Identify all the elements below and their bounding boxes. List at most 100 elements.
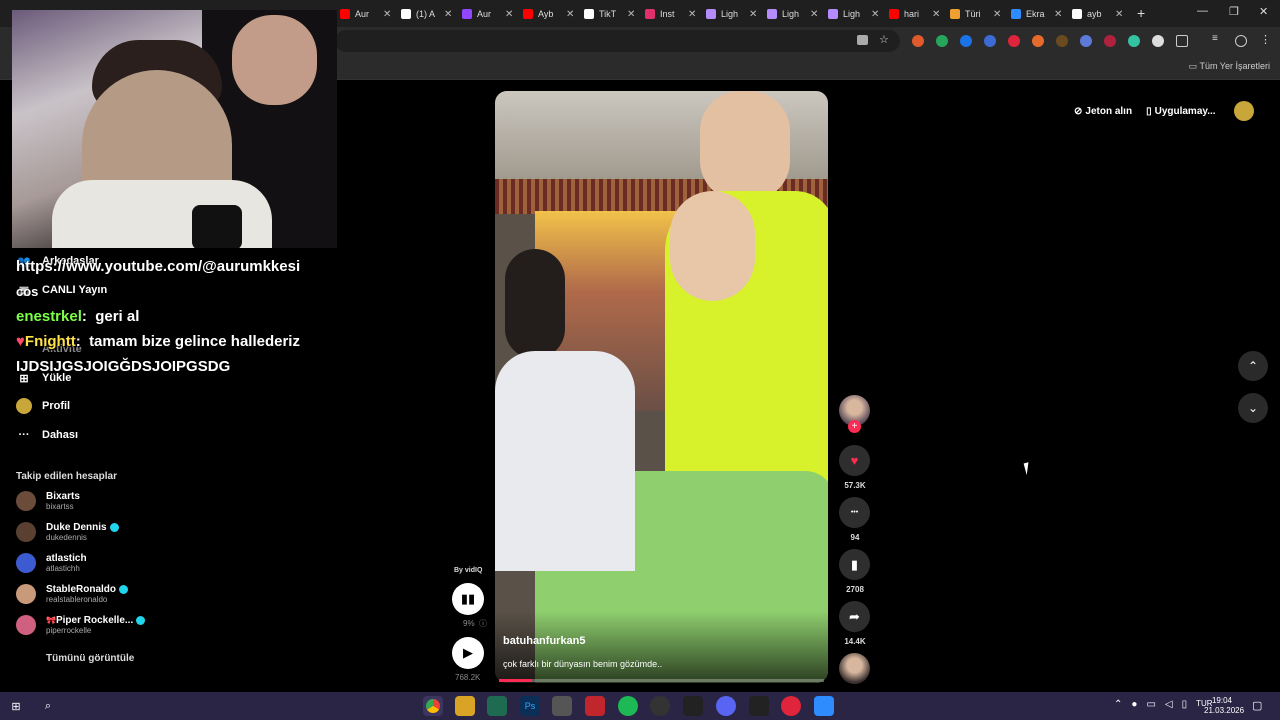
music-disc-avatar[interactable] (839, 653, 870, 684)
app-icon[interactable] (487, 696, 507, 716)
share-button[interactable]: ➦ (839, 601, 870, 632)
vidiq-stats-button[interactable]: ▮▮ (452, 583, 484, 615)
close-tab-icon[interactable]: ✕ (688, 9, 696, 20)
opera-icon[interactable] (781, 696, 801, 716)
close-tab-icon[interactable]: ✕ (383, 9, 391, 20)
discord-icon[interactable] (716, 696, 736, 716)
browser-tab[interactable]: ayb ✕ (1072, 4, 1123, 24)
heart-icon: ♥ (850, 453, 859, 468)
follow-plus-icon[interactable]: + (848, 420, 861, 433)
adblock-icon[interactable] (1008, 35, 1020, 47)
file-explorer-icon[interactable] (455, 696, 475, 716)
close-tab-icon[interactable]: ✕ (1054, 9, 1062, 20)
browser-tab[interactable]: Ligh ✕ (767, 4, 818, 24)
volume-icon[interactable]: ◁ (1165, 699, 1173, 710)
see-all-link[interactable]: Tümünü görüntüle (46, 653, 134, 664)
browser-tab[interactable]: Ligh ✕ (828, 4, 879, 24)
followed-account[interactable]: StableRonaldo realstableronaldo (16, 584, 129, 604)
close-tab-icon[interactable]: ✕ (444, 9, 452, 20)
video-author[interactable]: batuhanfurkan5 (503, 635, 586, 647)
puzzle-icon[interactable] (1176, 35, 1188, 47)
app-icon[interactable] (814, 696, 834, 716)
extension-icon[interactable] (936, 35, 948, 47)
close-tab-icon[interactable]: ✕ (627, 9, 635, 20)
search-icon[interactable]: ⌕ (38, 696, 58, 716)
app-icon[interactable] (552, 696, 572, 716)
extension-icon[interactable] (984, 35, 996, 47)
followed-account[interactable]: Duke Dennis dukedennis (16, 522, 119, 542)
app-icon[interactable] (749, 696, 769, 716)
network-icon[interactable]: ▭ (1146, 699, 1155, 710)
browser-tab[interactable]: TikT ✕ (584, 4, 635, 24)
extension-icon[interactable] (1104, 35, 1116, 47)
next-video-button[interactable]: ⌄ (1238, 393, 1268, 423)
chevron-up-icon[interactable]: ⌃ (1114, 699, 1122, 710)
spotify-icon[interactable] (618, 696, 638, 716)
previous-video-button[interactable]: ⌃ (1238, 351, 1268, 381)
close-tab-icon[interactable]: ✕ (810, 9, 818, 20)
extension-icon[interactable] (960, 35, 972, 47)
battery-icon[interactable]: ▯ (1182, 699, 1188, 710)
close-tab-icon[interactable]: ✕ (932, 9, 940, 20)
close-tab-icon[interactable]: ✕ (993, 9, 1001, 20)
share-icon: ➦ (849, 608, 860, 624)
close-tab-icon[interactable]: ✕ (505, 9, 513, 20)
close-tab-icon[interactable]: ✕ (566, 9, 574, 20)
browser-tab[interactable]: Aur ✕ (340, 4, 391, 24)
followed-account[interactable]: atlastich atlastichh (16, 553, 87, 573)
restore-icon[interactable]: ❐ (1229, 5, 1239, 18)
like-button[interactable]: ♥ (839, 445, 870, 476)
star-icon[interactable]: ☆ (879, 33, 891, 46)
extension-icon[interactable] (1128, 35, 1140, 47)
browser-tab[interactable]: Ligh ✕ (706, 4, 757, 24)
video-progress-bar[interactable] (499, 679, 824, 682)
photoshop-icon[interactable]: Ps (520, 696, 540, 716)
extension-icon[interactable] (1056, 35, 1068, 47)
download-icon[interactable] (1080, 35, 1092, 47)
browser-tab[interactable]: hari ✕ (889, 4, 940, 24)
browser-tab[interactable]: Türi ✕ (950, 4, 1001, 24)
user-avatar[interactable] (1233, 101, 1254, 121)
save-button[interactable]: ▮ (839, 549, 870, 580)
all-bookmarks-button[interactable]: ▭ Tüm Yer İşaretleri (1189, 61, 1270, 72)
video-player[interactable] (495, 91, 828, 683)
browser-tab[interactable]: (1) A ✕ (401, 4, 452, 24)
close-tab-icon[interactable]: ✕ (1115, 9, 1123, 20)
obs-icon[interactable] (650, 696, 670, 716)
sidebar-item-more[interactable]: ··· Dahası (16, 427, 79, 443)
caption-gradient (495, 611, 828, 683)
browser-tab[interactable]: Ayb ✕ (523, 4, 574, 24)
avatar (16, 615, 36, 635)
followed-account[interactable]: 🎀Piper Rockelle... piperrockelle (16, 615, 146, 635)
extension-icon[interactable] (912, 35, 924, 47)
comment-button[interactable]: ••• (839, 497, 870, 528)
info-icon[interactable]: ⓘ (479, 618, 487, 629)
close-tab-icon[interactable]: ✕ (749, 9, 757, 20)
notification-icon[interactable]: ▢ (1252, 699, 1262, 712)
browser-tab[interactable]: Inst ✕ (645, 4, 696, 24)
browser-tab[interactable]: Aur ✕ (462, 4, 513, 24)
menu-icon[interactable]: ⋮ (1260, 33, 1272, 46)
close-tab-icon[interactable]: ✕ (871, 9, 879, 20)
media-icon[interactable]: ≡ (1212, 33, 1224, 45)
windows-start-icon[interactable]: ⊞ (6, 696, 26, 716)
mic-icon[interactable]: ● (1131, 699, 1137, 710)
clock[interactable]: 19:04 21.03.2026 (1204, 696, 1244, 716)
followed-account[interactable]: Bixarts bixartss (16, 491, 80, 511)
extension-icon[interactable] (1032, 35, 1044, 47)
chrome-icon[interactable] (423, 696, 443, 716)
new-tab-button[interactable]: + (1137, 5, 1145, 21)
close-window-icon[interactable]: ✕ (1259, 5, 1268, 18)
account-icon[interactable] (1235, 35, 1247, 47)
extension-icon[interactable] (1152, 35, 1164, 47)
install-icon[interactable] (857, 35, 868, 45)
browser-tab[interactable]: Ekra ✕ (1011, 4, 1062, 24)
sidebar-item-profile[interactable]: Profil (16, 398, 70, 414)
get-app-button[interactable]: ▯ Uygulamay... (1146, 106, 1215, 117)
play-button[interactable]: ▶ (452, 637, 484, 669)
app-icon[interactable] (683, 696, 703, 716)
get-coins-button[interactable]: ⊘ Jeton alın (1074, 106, 1132, 117)
app-icon[interactable] (585, 696, 605, 716)
minimize-icon[interactable]: — (1197, 5, 1208, 17)
address-bar[interactable] (335, 30, 900, 52)
